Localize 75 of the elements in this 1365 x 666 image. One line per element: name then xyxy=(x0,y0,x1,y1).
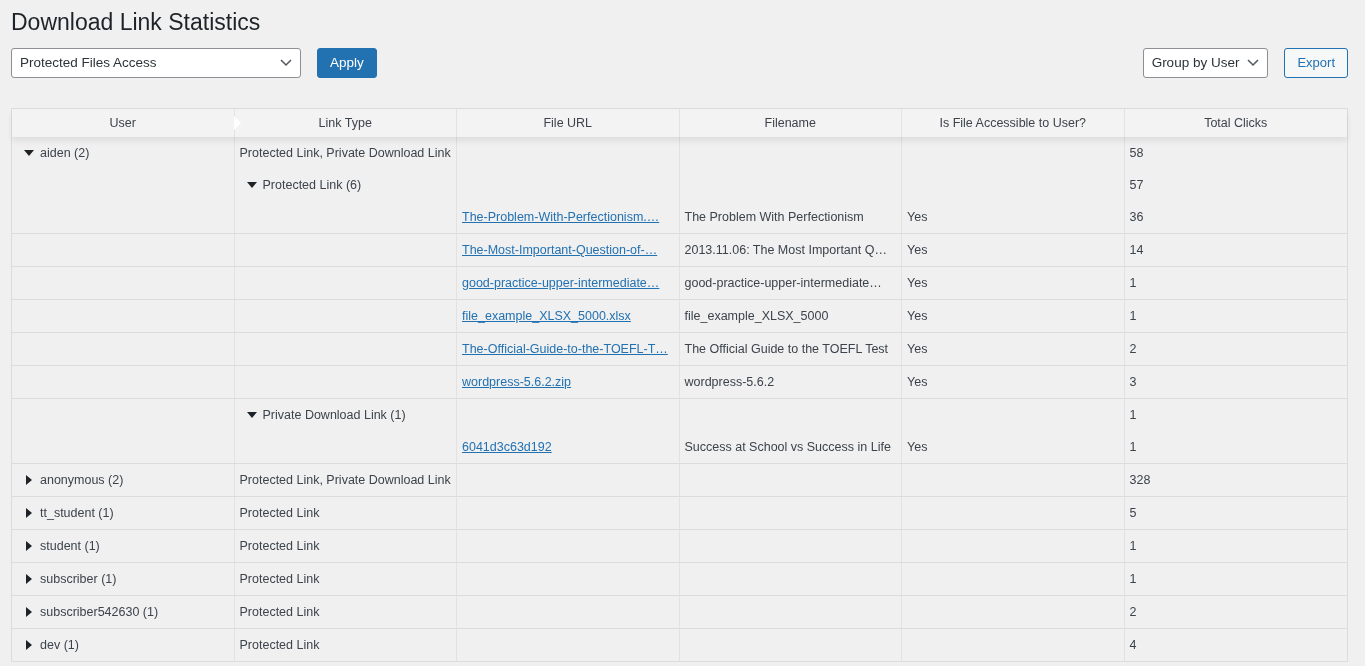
user-name[interactable]: subscriber542630 (1) xyxy=(40,596,159,628)
expand-triangle-icon[interactable] xyxy=(24,475,34,485)
expand-triangle-icon[interactable] xyxy=(24,574,34,584)
total-clicks: 1 xyxy=(1129,407,1137,424)
total-clicks: 36 xyxy=(1129,209,1144,226)
link-type: Protected Link xyxy=(239,637,320,654)
filename: The Problem With Perfectionism xyxy=(684,209,864,226)
total-clicks: 1 xyxy=(1129,571,1137,588)
file-url-link[interactable]: The-Problem-With-Perfectionism.… xyxy=(462,201,660,233)
column-header[interactable]: Link Type xyxy=(234,109,457,137)
column-header[interactable]: Is File Accessible to User? xyxy=(902,109,1125,137)
expand-triangle-icon[interactable] xyxy=(24,640,34,650)
expand-triangle-icon[interactable] xyxy=(24,541,34,551)
column-header[interactable]: Total Clicks xyxy=(1124,109,1347,137)
file-url-link[interactable]: file_example_XLSX_5000.xlsx xyxy=(462,300,631,332)
link-type: Protected Link, Private Download Link xyxy=(239,472,451,489)
accessible-status: Yes xyxy=(907,374,928,391)
expand-triangle-icon[interactable] xyxy=(24,508,34,518)
filename: wordpress-5.6.2 xyxy=(684,374,775,391)
report-select[interactable]: Protected Files Access xyxy=(11,48,301,78)
accessible-status: Yes xyxy=(907,209,928,226)
link-type-group[interactable]: Private Download Link (1) xyxy=(262,399,406,431)
link-type-group[interactable]: Protected Link (6) xyxy=(262,169,362,201)
collapse-triangle-icon[interactable] xyxy=(246,410,257,420)
accessible-status: Yes xyxy=(907,439,928,456)
column-header[interactable]: File URL xyxy=(457,109,680,137)
link-type: Protected Link xyxy=(239,604,320,621)
expand-triangle-icon[interactable] xyxy=(24,607,34,617)
filename: The Official Guide to the TOEFL Test xyxy=(684,341,889,358)
link-type: Protected Link xyxy=(239,538,320,555)
total-clicks: 328 xyxy=(1129,472,1151,489)
file-url-link[interactable]: 6041d3c63d192 xyxy=(462,431,552,463)
user-name[interactable]: subscriber (1) xyxy=(40,563,117,595)
file-url-link[interactable]: good-practice-upper-intermediate… xyxy=(462,267,660,299)
apply-button[interactable]: Apply xyxy=(317,48,377,78)
total-clicks: 1 xyxy=(1129,538,1137,555)
group-select[interactable]: Group by User xyxy=(1142,48,1269,78)
total-clicks: 1 xyxy=(1129,308,1137,325)
collapse-triangle-icon[interactable] xyxy=(24,148,34,158)
total-clicks: 4 xyxy=(1129,637,1137,654)
accessible-status: Yes xyxy=(907,275,928,292)
link-type: Protected Link xyxy=(239,571,320,588)
chevron-icon xyxy=(280,59,292,67)
filename: Success at School vs Success in Life xyxy=(684,439,891,456)
user-name[interactable]: tt_student (1) xyxy=(40,497,114,529)
total-clicks: 5 xyxy=(1129,505,1137,522)
column-header[interactable]: Filename xyxy=(679,109,902,137)
file-url-link[interactable]: The-Official-Guide-to-the-TOEFL-T… xyxy=(462,333,668,365)
accessible-status: Yes xyxy=(907,308,928,325)
file-url-link[interactable]: wordpress-5.6.2.zip xyxy=(462,366,572,398)
resize-handle-icon[interactable] xyxy=(233,116,241,130)
file-url-link[interactable]: The-Most-Important-Question-of-… xyxy=(462,234,658,266)
link-type: Protected Link xyxy=(239,505,320,522)
filename: 2013.11.06: The Most Important Q… xyxy=(684,242,887,259)
total-clicks: 3 xyxy=(1129,374,1137,391)
filename: good-practice-upper-intermediate… xyxy=(684,275,882,292)
export-button[interactable]: Export xyxy=(1284,48,1348,78)
user-name[interactable]: dev (1) xyxy=(40,629,79,661)
accessible-status: Yes xyxy=(907,341,928,358)
filename: file_example_XLSX_5000 xyxy=(684,308,829,325)
total-clicks: 2 xyxy=(1129,341,1137,358)
user-name[interactable]: student (1) xyxy=(40,530,100,562)
user-name[interactable]: anonymous (2) xyxy=(40,464,124,496)
total-clicks: 1 xyxy=(1129,275,1137,292)
collapse-triangle-icon[interactable] xyxy=(246,180,257,190)
total-clicks: 14 xyxy=(1129,242,1144,259)
total-clicks: 58 xyxy=(1129,145,1144,162)
total-clicks: 2 xyxy=(1129,604,1137,621)
user-name[interactable]: aiden (2) xyxy=(40,137,90,169)
page-title: Download Link Statistics xyxy=(11,8,262,37)
total-clicks: 1 xyxy=(1129,439,1137,456)
accessible-status: Yes xyxy=(907,242,928,259)
link-type: Protected Link, Private Download Link xyxy=(239,145,451,162)
chevron-icon xyxy=(1247,59,1260,67)
total-clicks: 57 xyxy=(1129,177,1144,194)
